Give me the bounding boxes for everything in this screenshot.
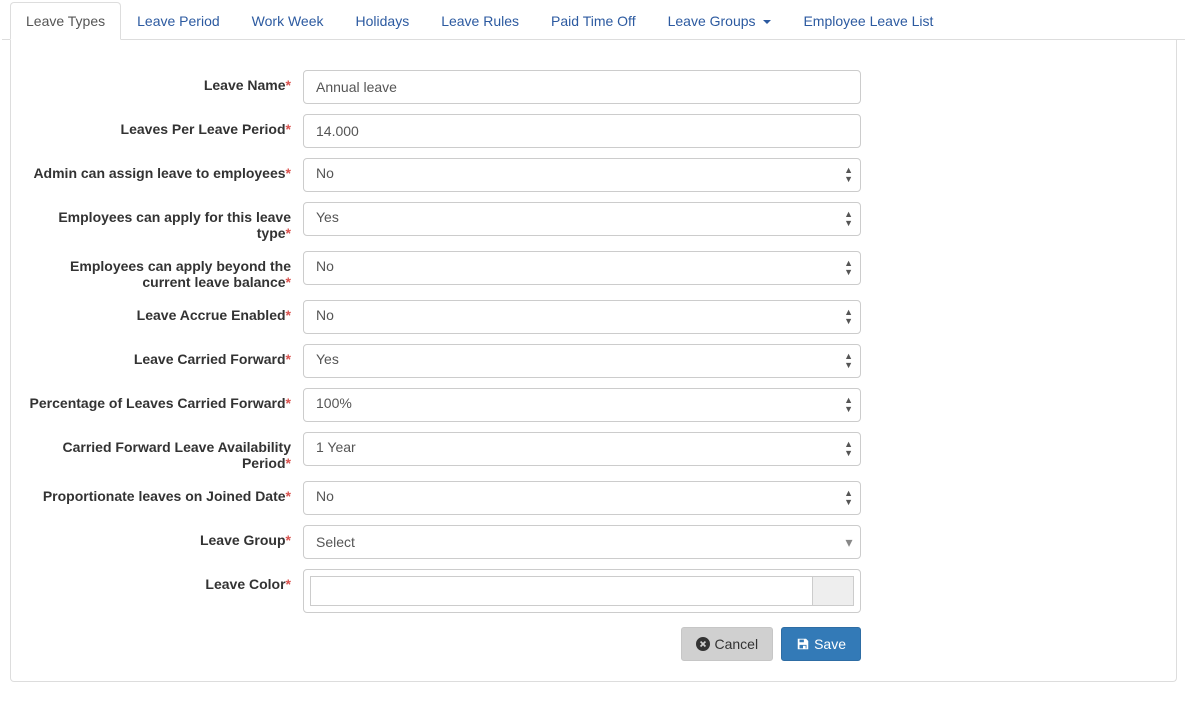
label-carried-forward: Leave Carried Forward* [23, 344, 303, 367]
select-accrue-enabled[interactable]: No [303, 300, 861, 334]
label-pct-carried: Percentage of Leaves Carried Forward* [23, 388, 303, 411]
chevron-down-icon: ▾ [838, 534, 860, 551]
label-apply-beyond: Employees can apply beyond the current l… [23, 251, 303, 290]
save-button[interactable]: Save [781, 627, 861, 661]
select-leave-group[interactable]: Select ▾ [303, 525, 861, 559]
label-leave-group: Leave Group* [23, 525, 303, 548]
form-panel: Leave Name* Leaves Per Leave Period* Adm… [10, 40, 1177, 682]
tab-paid-time-off[interactable]: Paid Time Off [535, 2, 652, 40]
label-employees-apply: Employees can apply for this leave type* [23, 202, 303, 241]
select-leave-group-value: Select [316, 534, 355, 550]
select-apply-beyond[interactable]: No [303, 251, 861, 285]
input-leave-color[interactable] [310, 576, 812, 606]
tabs-nav: Leave Types Leave Period Work Week Holid… [2, 2, 1185, 40]
tab-leave-types[interactable]: Leave Types [10, 2, 121, 40]
tab-leave-groups[interactable]: Leave Groups [652, 2, 788, 40]
label-leaves-per-period: Leaves Per Leave Period* [23, 114, 303, 137]
select-carried-forward[interactable]: Yes [303, 344, 861, 378]
color-swatch[interactable] [812, 576, 854, 606]
label-leave-name: Leave Name* [23, 70, 303, 93]
save-icon [796, 637, 810, 651]
label-proportionate: Proportionate leaves on Joined Date* [23, 481, 303, 504]
label-admin-assign: Admin can assign leave to employees* [23, 158, 303, 181]
select-pct-carried[interactable]: 100% [303, 388, 861, 422]
input-leaves-per-period[interactable] [303, 114, 861, 148]
cancel-button[interactable]: Cancel [681, 627, 773, 661]
chevron-down-icon [763, 20, 771, 24]
tab-employee-leave-list[interactable]: Employee Leave List [787, 2, 949, 40]
tab-work-week[interactable]: Work Week [236, 2, 340, 40]
tab-leave-period[interactable]: Leave Period [121, 2, 236, 40]
label-accrue-enabled: Leave Accrue Enabled* [23, 300, 303, 323]
select-cf-availability[interactable]: 1 Year [303, 432, 861, 466]
input-leave-name[interactable] [303, 70, 861, 104]
tab-holidays[interactable]: Holidays [340, 2, 426, 40]
label-leave-color: Leave Color* [23, 569, 303, 592]
select-proportionate[interactable]: No [303, 481, 861, 515]
tab-leave-rules[interactable]: Leave Rules [425, 2, 535, 40]
select-employees-apply[interactable]: Yes [303, 202, 861, 236]
label-cf-availability: Carried Forward Leave Availability Perio… [23, 432, 303, 471]
select-admin-assign[interactable]: No [303, 158, 861, 192]
cancel-icon [696, 637, 710, 651]
